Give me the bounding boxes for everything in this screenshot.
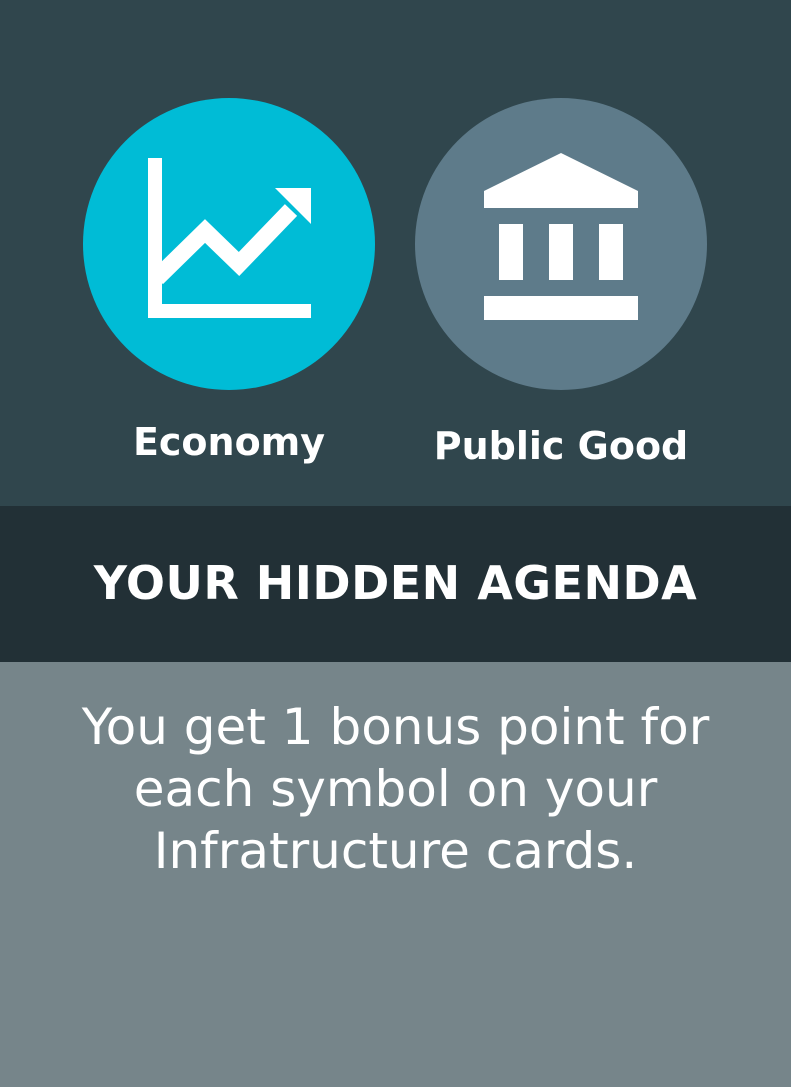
symbols-section: Economy Public Good [0, 0, 791, 506]
government-building-icon [484, 153, 638, 320]
public-good-label: Public Good [433, 424, 689, 468]
card-title: YOUR HIDDEN AGENDA [93, 556, 698, 610]
hidden-agenda-card: Economy Public Good YOUR HIDDEN AGENDA Y… [0, 0, 791, 1087]
agenda-description: You get 1 bonus point for each symbol on… [81, 698, 710, 880]
chart-trend-up-icon [148, 158, 311, 318]
title-banner: YOUR HIDDEN AGENDA [0, 506, 791, 662]
description-section: You get 1 bonus point for each symbol on… [0, 662, 791, 1087]
economy-label: Economy [132, 420, 326, 464]
economy-symbol [83, 98, 375, 390]
public-good-symbol [415, 98, 707, 390]
